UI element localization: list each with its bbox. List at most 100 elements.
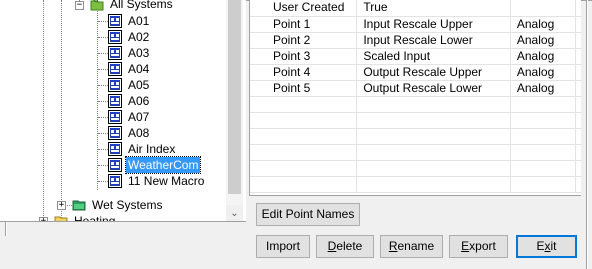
table-cell (575, 16, 581, 33)
tree-node-label: A08 (128, 126, 150, 140)
tree-node-label: Air Index (128, 142, 176, 156)
expand-toggle[interactable]: + (39, 217, 48, 221)
edit-point-names-button[interactable]: Edit Point Names (256, 203, 360, 226)
tree-node-label: A05 (128, 78, 150, 92)
tree-node-label: A04 (128, 62, 150, 76)
tree-node-label: Wet Systems (92, 198, 163, 212)
table-row[interactable]: Point 1 Input Rescale Upper Analog (250, 16, 581, 33)
table-row-empty (250, 112, 581, 129)
tree-node-label: A06 (128, 94, 150, 108)
point-list[interactable]: User Created True Point 1 Input Rescale … (249, 0, 581, 196)
tree-connector (98, 117, 108, 118)
tree-connector (98, 85, 108, 86)
table-row-empty (250, 176, 581, 193)
scrollbar-thumb[interactable] (228, 0, 241, 194)
tree-connector (98, 21, 108, 22)
table-cell: User Created (250, 0, 358, 17)
device-icon (108, 14, 122, 28)
tree-node-label-selected: WeatherCom (124, 156, 202, 174)
tree-connector (98, 181, 108, 182)
tree-node-label: A07 (128, 110, 150, 124)
table-cell (575, 64, 581, 81)
folder-green-icon (72, 198, 86, 212)
table-cell: Analog (510, 80, 576, 97)
export-button[interactable]: Export (449, 235, 508, 258)
tree-connector (97, 0, 98, 190)
tree-node-label: A02 (128, 30, 150, 44)
table-cell (575, 32, 581, 49)
tree-vertical-scrollbar[interactable]: ⌄ (226, 0, 243, 221)
table-cell: Point 3 (250, 48, 358, 65)
tree-node-label: A01 (128, 14, 150, 28)
exit-label-pre: E (536, 239, 545, 253)
systems-tree[interactable]: − + + All Systems A01 A02 A03 A04 A05 A0… (0, 0, 246, 222)
table-row-empty (250, 128, 581, 145)
delete-label-rest: elete (336, 239, 363, 253)
tree-node-label: 11 New Macro (128, 174, 205, 188)
table-cell: Analog (510, 48, 576, 65)
device-icon (108, 46, 122, 60)
device-icon (108, 78, 122, 92)
exit-button[interactable]: Exit (516, 235, 577, 258)
tree-connector (98, 53, 108, 54)
table-row[interactable]: Point 4 Output Rescale Upper Analog (250, 64, 581, 81)
table-cell: Input Rescale Upper (356, 16, 511, 33)
device-icon (108, 62, 122, 76)
tree-connector (98, 69, 108, 70)
tree-node-label: All Systems (110, 0, 173, 11)
table-cell: True (356, 0, 511, 17)
table-cell: Output Rescale Lower (356, 80, 511, 97)
folder-systems-icon (90, 0, 104, 11)
device-icon (108, 174, 122, 188)
table-cell (575, 0, 581, 17)
table-row[interactable]: User Created True (250, 0, 581, 17)
table-cell (575, 80, 581, 97)
tree-connector (98, 149, 108, 150)
table-cell: Input Rescale Lower (356, 32, 511, 49)
rename-label-rest: ename (397, 239, 435, 253)
table-cell: Analog (510, 16, 576, 33)
delete-accelerator: D (327, 239, 337, 253)
tree-connector (61, 0, 62, 220)
delete-button[interactable]: Delete (316, 235, 374, 258)
tree-connector (98, 133, 108, 134)
frame-right-highlight (587, 0, 588, 269)
tree-connector (43, 0, 44, 221)
tree-node-label: A03 (128, 46, 150, 60)
device-icon (108, 30, 122, 44)
device-icon (108, 110, 122, 124)
tree-connector (98, 37, 108, 38)
device-icon (108, 158, 122, 172)
collapse-toggle[interactable]: − (75, 1, 84, 10)
table-row-empty (250, 144, 581, 161)
table-row[interactable]: Point 5 Output Rescale Lower Analog (250, 80, 581, 97)
point-table: User Created True Point 1 Input Rescale … (250, 0, 581, 193)
table-cell (510, 0, 576, 17)
tree-connector (98, 101, 108, 102)
device-icon (108, 126, 122, 140)
rename-button[interactable]: Rename (380, 235, 443, 258)
tree-connector (44, 221, 54, 222)
import-button[interactable]: Import (256, 235, 310, 258)
table-cell: Point 1 (250, 16, 358, 33)
table-cell: Analog (510, 64, 576, 81)
table-row[interactable]: Point 3 Scaled Input Analog (250, 48, 581, 65)
expand-toggle[interactable]: + (57, 201, 66, 210)
export-accelerator: E (461, 239, 470, 253)
table-cell: Analog (510, 32, 576, 49)
table-cell: Point 5 (250, 80, 358, 97)
export-label-rest: xport (469, 239, 496, 253)
table-cell: Scaled Input (356, 48, 511, 65)
tree-connector (98, 165, 108, 166)
scroll-down-arrow-icon[interactable]: ⌄ (226, 205, 243, 221)
exit-label-rest: it (550, 239, 557, 253)
table-cell (575, 48, 581, 65)
table-cell: Point 2 (250, 32, 358, 49)
table-row-empty (250, 160, 581, 177)
table-row[interactable]: Point 2 Input Rescale Lower Analog (250, 32, 581, 49)
folder-yellow-icon (54, 214, 68, 221)
table-cell: Output Rescale Upper (356, 64, 511, 81)
device-icon (108, 94, 122, 108)
table-row-empty (250, 96, 581, 113)
table-cell: Point 4 (250, 64, 358, 81)
